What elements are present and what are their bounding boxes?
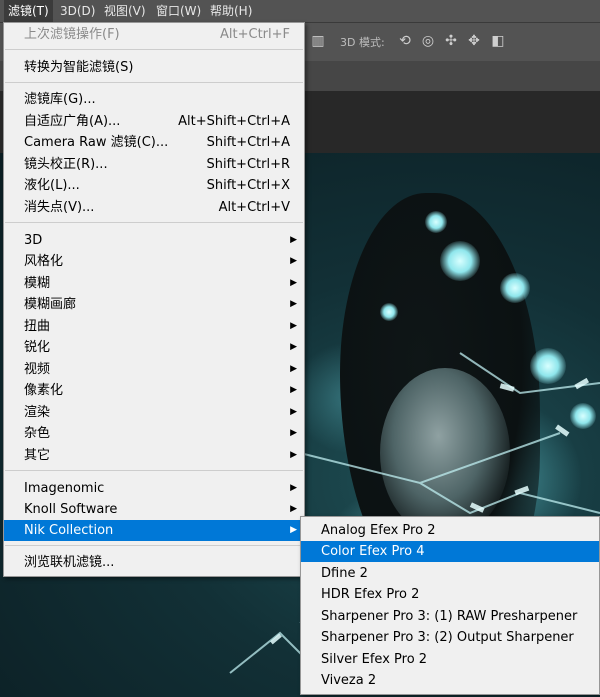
submenu-item-silver-efex[interactable]: Silver Efex Pro 2: [301, 649, 599, 670]
submenu-item-viveza[interactable]: Viveza 2: [301, 670, 599, 691]
menu-item-distort[interactable]: 扭曲 ▶: [4, 316, 304, 337]
submenu-arrow-icon: ▶: [290, 256, 297, 266]
submenu-arrow-icon: ▶: [290, 321, 297, 331]
menu-item-liquify[interactable]: 液化(L)... Shift+Ctrl+X: [4, 175, 304, 196]
menu-separator: [5, 545, 303, 546]
menu-item-imagenomic[interactable]: Imagenomic ▶: [4, 478, 304, 499]
menu-help[interactable]: 帮助(H): [206, 0, 256, 22]
menu-item-last-filter[interactable]: 上次滤镜操作(F) Alt+Ctrl+F: [4, 24, 304, 45]
menu-item-stylize[interactable]: 风格化 ▶: [4, 251, 304, 272]
menu-item-vanishing-point[interactable]: 消失点(V)... Alt+Ctrl+V: [4, 197, 304, 218]
drag-3d-icon[interactable]: ✣: [441, 31, 461, 51]
submenu-item-hdr-efex[interactable]: HDR Efex Pro 2: [301, 584, 599, 605]
submenu-arrow-icon: ▶: [290, 428, 297, 438]
rotate-3d-icon[interactable]: ⟲: [395, 31, 415, 51]
menu-item-3d[interactable]: 3D ▶: [4, 230, 304, 251]
menu-window[interactable]: 窗口(W): [152, 0, 205, 22]
menu-filter[interactable]: 滤镜(T): [4, 0, 53, 22]
menu-item-noise[interactable]: 杂色 ▶: [4, 423, 304, 444]
submenu-arrow-icon: ▶: [290, 407, 297, 417]
submenu-arrow-icon: ▶: [290, 364, 297, 374]
menu-item-blur[interactable]: 模糊 ▶: [4, 273, 304, 294]
menu-item-video[interactable]: 视频 ▶: [4, 359, 304, 380]
menu-bar: 滤镜(T) 3D(D) 视图(V) 窗口(W) 帮助(H): [0, 0, 600, 22]
submenu-arrow-icon: ▶: [290, 342, 297, 352]
menu-item-knoll-software[interactable]: Knoll Software ▶: [4, 499, 304, 520]
menu-3d[interactable]: 3D(D): [56, 0, 99, 22]
submenu-item-color-efex[interactable]: Color Efex Pro 4: [301, 541, 599, 562]
align-icon[interactable]: ▥: [308, 31, 328, 51]
menu-separator: [5, 222, 303, 223]
submenu-item-dfine[interactable]: Dfine 2: [301, 563, 599, 584]
menu-item-other[interactable]: 其它 ▶: [4, 445, 304, 466]
submenu-arrow-icon: ▶: [290, 235, 297, 245]
menu-separator: [5, 49, 303, 50]
menu-item-camera-raw[interactable]: Camera Raw 滤镜(C)... Shift+Ctrl+A: [4, 132, 304, 153]
submenu-item-raw-presharpener[interactable]: Sharpener Pro 3: (1) RAW Presharpener: [301, 606, 599, 627]
menu-item-pixelate[interactable]: 像素化 ▶: [4, 380, 304, 401]
submenu-item-analog-efex[interactable]: Analog Efex Pro 2: [301, 520, 599, 541]
menu-separator: [5, 82, 303, 83]
submenu-arrow-icon: ▶: [290, 525, 297, 535]
3d-mode-label: 3D 模式:: [340, 36, 385, 49]
submenu-arrow-icon: ▶: [290, 385, 297, 395]
slide-3d-icon[interactable]: ✥: [464, 31, 484, 51]
menu-item-convert-smart-filter[interactable]: 转换为智能滤镜(S): [4, 57, 304, 78]
submenu-arrow-icon: ▶: [290, 299, 297, 309]
filter-menu-dropdown: 上次滤镜操作(F) Alt+Ctrl+F 转换为智能滤镜(S) 滤镜库(G)..…: [3, 22, 305, 577]
submenu-arrow-icon: ▶: [290, 504, 297, 514]
menu-item-nik-collection[interactable]: Nik Collection ▶: [4, 520, 304, 541]
menu-separator: [5, 470, 303, 471]
submenu-arrow-icon: ▶: [290, 278, 297, 288]
submenu-arrow-icon: ▶: [290, 483, 297, 493]
camera-3d-icon[interactable]: ◧: [488, 31, 508, 51]
menu-view[interactable]: 视图(V): [100, 0, 150, 22]
menu-item-filter-gallery[interactable]: 滤镜库(G)...: [4, 89, 304, 110]
submenu-item-output-sharpener[interactable]: Sharpener Pro 3: (2) Output Sharpener: [301, 627, 599, 648]
submenu-arrow-icon: ▶: [290, 450, 297, 460]
menu-item-sharpen[interactable]: 锐化 ▶: [4, 337, 304, 358]
menu-item-lens-correction[interactable]: 镜头校正(R)... Shift+Ctrl+R: [4, 154, 304, 175]
roll-3d-icon[interactable]: ◎: [418, 31, 438, 51]
menu-item-adaptive-wide-angle[interactable]: 自适应广角(A)... Alt+Shift+Ctrl+A: [4, 111, 304, 132]
menu-item-blur-gallery[interactable]: 模糊画廊 ▶: [4, 294, 304, 315]
menu-item-browse-online-filters[interactable]: 浏览联机滤镜...: [4, 552, 304, 573]
nik-collection-submenu: Analog Efex Pro 2 Color Efex Pro 4 Dfine…: [300, 516, 600, 695]
menu-item-render[interactable]: 渲染 ▶: [4, 402, 304, 423]
